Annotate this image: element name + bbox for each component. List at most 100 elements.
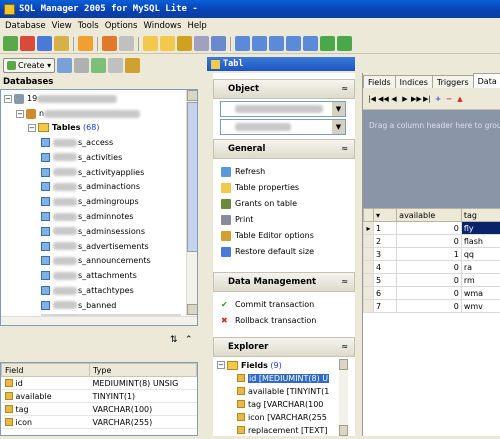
collapse-icon[interactable]: − bbox=[28, 124, 36, 132]
database-select[interactable]: ▼ bbox=[220, 101, 346, 117]
tab-triggers[interactable]: Triggers bbox=[432, 75, 474, 88]
delete-record-icon[interactable]: − bbox=[444, 92, 454, 106]
filter-icon[interactable] bbox=[74, 58, 89, 73]
tables-node[interactable]: − Tables (68) bbox=[28, 121, 99, 134]
tab-data[interactable]: Data bbox=[473, 73, 500, 88]
scroll-thumb[interactable] bbox=[187, 102, 198, 252]
column-header-available[interactable]: available bbox=[397, 209, 462, 222]
table-select[interactable]: ▼ bbox=[220, 119, 346, 135]
grid-row[interactable]: 31qq bbox=[364, 248, 500, 261]
insert-record-icon[interactable]: + bbox=[433, 92, 443, 106]
database-tree[interactable]: − 19 − n − Tables (68) s_accesss_activit… bbox=[0, 89, 198, 326]
register-db-icon[interactable] bbox=[3, 36, 18, 51]
column-header-field[interactable]: Field bbox=[2, 364, 90, 377]
tag-cell[interactable]: flash bbox=[461, 235, 500, 248]
row-indicator[interactable] bbox=[364, 274, 374, 287]
tree-table-item[interactable]: s_advertisements bbox=[41, 240, 149, 253]
available-cell[interactable]: 0 bbox=[397, 274, 462, 287]
folder-icon[interactable] bbox=[143, 36, 158, 51]
menu-database[interactable]: Database bbox=[2, 21, 49, 31]
print-item[interactable]: Print bbox=[221, 212, 253, 227]
object-section-header[interactable]: Object≈ bbox=[213, 79, 355, 99]
tag-cell[interactable]: rm bbox=[461, 274, 500, 287]
field-item[interactable]: id [MEDIUMINT(8) U bbox=[237, 372, 329, 384]
field-item[interactable]: icon [VARCHAR(255 bbox=[237, 411, 327, 423]
tab-fields[interactable]: Fields bbox=[363, 75, 396, 88]
table-row[interactable]: idMEDIUMINT(8) UNSIG bbox=[2, 377, 197, 390]
editor-options-item[interactable]: Table Editor options bbox=[221, 228, 314, 243]
refresh-item[interactable]: Refresh bbox=[221, 164, 265, 179]
open-icon[interactable] bbox=[160, 36, 175, 51]
expand-icon[interactable]: ⇅ bbox=[170, 335, 178, 345]
table-properties-item[interactable]: Table properties bbox=[221, 180, 299, 195]
disconnect-icon[interactable] bbox=[54, 36, 69, 51]
collapse-icon[interactable]: − bbox=[4, 95, 12, 103]
panel-splitter[interactable] bbox=[199, 55, 207, 436]
refresh-icon[interactable] bbox=[57, 58, 72, 73]
menu-options[interactable]: Options bbox=[102, 21, 141, 31]
scroll-down-button[interactable] bbox=[187, 304, 198, 315]
row-indicator[interactable] bbox=[364, 261, 374, 274]
host-node[interactable]: − 19 bbox=[4, 92, 118, 105]
export-icon[interactable] bbox=[177, 36, 192, 51]
table-row[interactable]: availableTINYINT(1) bbox=[2, 390, 197, 403]
explorer-tree[interactable]: − Fields (9) id [MEDIUMINT(8) U availabl… bbox=[215, 359, 335, 439]
tag-cell[interactable]: wma bbox=[461, 287, 500, 300]
row-indicator[interactable] bbox=[364, 300, 374, 313]
data-management-section-header[interactable]: Data Management≈ bbox=[213, 272, 355, 292]
column-header-type[interactable]: Type bbox=[90, 364, 197, 377]
tab-indices[interactable]: Indices bbox=[395, 75, 433, 88]
menu-help[interactable]: Help bbox=[184, 21, 209, 31]
column-header-tag[interactable]: tag bbox=[461, 209, 500, 222]
row-indicator[interactable] bbox=[364, 248, 374, 261]
fields-node[interactable]: − Fields (9) bbox=[217, 359, 282, 371]
grid-row[interactable]: 70wmv bbox=[364, 300, 500, 313]
tag-cell[interactable]: fly bbox=[461, 222, 500, 235]
chevron-down-icon[interactable]: ▼ bbox=[332, 120, 345, 134]
tree-horizontal-scrollbar[interactable] bbox=[1, 316, 198, 326]
tree-table-item[interactable]: s_announcements bbox=[41, 254, 151, 267]
grants-item[interactable]: Grants on table bbox=[221, 196, 297, 211]
row-indicator[interactable] bbox=[364, 287, 374, 300]
tree-table-item[interactable]: s_activities bbox=[41, 151, 122, 164]
import-icon[interactable] bbox=[194, 36, 209, 51]
prev-page-icon[interactable]: ◀◀ bbox=[378, 92, 388, 106]
scroll-up-button[interactable] bbox=[187, 90, 198, 101]
sql-editor-icon[interactable] bbox=[102, 36, 117, 51]
group-by-panel[interactable]: Drag a column header here to group bbox=[363, 110, 500, 208]
tree-scrollbar[interactable] bbox=[186, 90, 198, 316]
row-indicator[interactable]: ▸ bbox=[364, 222, 374, 235]
next-page-icon[interactable]: ▶▶ bbox=[411, 92, 421, 106]
drop-icon[interactable] bbox=[108, 58, 123, 73]
menu-windows[interactable]: Windows bbox=[140, 21, 184, 31]
data-grid[interactable]: ▾ available tag ▸10fly20flash31qq40ra50r… bbox=[363, 208, 500, 436]
prev-record-icon[interactable]: ◀ bbox=[389, 92, 399, 106]
collapse-section-icon[interactable]: ≈ bbox=[341, 84, 348, 93]
grid-row[interactable]: 20flash bbox=[364, 235, 500, 248]
available-cell[interactable]: 0 bbox=[397, 235, 462, 248]
tree-table-item[interactable]: s_adminnotes bbox=[41, 210, 133, 223]
restore-size-item[interactable]: Restore default size bbox=[221, 244, 314, 259]
collapse-icon[interactable]: − bbox=[217, 361, 225, 369]
chevron-down-icon[interactable]: ▼ bbox=[332, 102, 345, 116]
commit-item[interactable]: ✔Commit transaction bbox=[221, 297, 314, 312]
create-button[interactable]: Create ▾ bbox=[3, 58, 55, 73]
tag-cell[interactable]: wmv bbox=[461, 300, 500, 313]
window-tile-vertical-icon[interactable] bbox=[269, 36, 284, 51]
table-row[interactable]: tagVARCHAR(100) bbox=[2, 403, 197, 416]
window-tile-icon[interactable] bbox=[252, 36, 267, 51]
filter-icon[interactable]: ▾ bbox=[373, 209, 396, 222]
collapse-section-icon[interactable]: ≈ bbox=[341, 342, 348, 351]
collapse-section-icon[interactable]: ≈ bbox=[341, 144, 348, 153]
grid-row[interactable]: ▸10fly bbox=[364, 222, 500, 235]
tree-table-item[interactable]: s_adminactions bbox=[41, 180, 140, 193]
menu-tools[interactable]: Tools bbox=[75, 21, 102, 31]
rollback-item[interactable]: ✖Rollback transaction bbox=[221, 313, 316, 328]
available-cell[interactable]: 0 bbox=[397, 300, 462, 313]
scroll-down-button[interactable] bbox=[339, 425, 348, 436]
menu-view[interactable]: View bbox=[49, 21, 75, 31]
collapse-section-icon[interactable]: ≈ bbox=[341, 277, 348, 286]
query-builder-icon[interactable] bbox=[119, 36, 134, 51]
tree-table-item[interactable]: s_adminsessions bbox=[41, 225, 145, 238]
properties-icon[interactable] bbox=[91, 58, 106, 73]
